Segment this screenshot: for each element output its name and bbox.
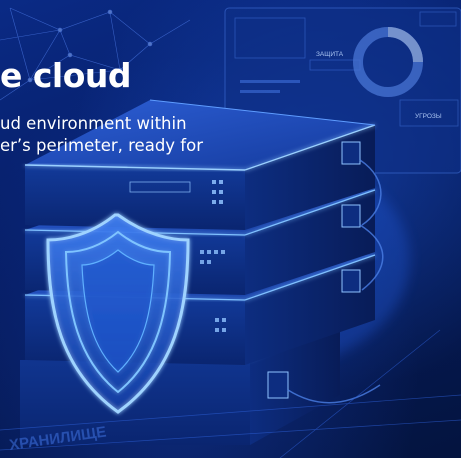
hero-subtitle-line-2: er’s perimeter, ready for [0, 136, 203, 155]
hero-banner: ЗАЩИТА УГРОЗЫ ХРАНИЛИЩЕ e cloud ud envir… [0, 0, 461, 458]
panel-label-protection: ЗАЩИТА [316, 51, 344, 58]
panel-label-threats: УГРОЗЫ [415, 113, 442, 120]
hero-subtitle-line-1: ud environment within [0, 114, 187, 133]
hero-subtitle: ud environment within er’s perimeter, rea… [0, 113, 250, 157]
hero-headline: e cloud [0, 56, 132, 95]
